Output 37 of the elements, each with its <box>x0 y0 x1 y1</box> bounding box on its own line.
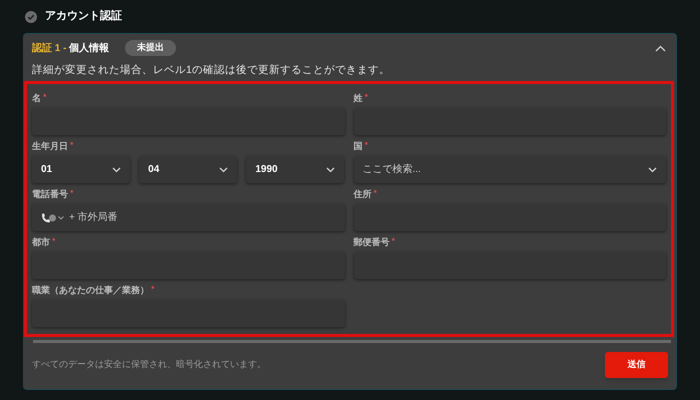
field-label: 国 <box>354 140 362 152</box>
date-dropdown[interactable]: 01 <box>32 156 130 183</box>
section-title: 認証 1 - 個人情報 <box>32 42 110 56</box>
country-code-button[interactable] <box>41 212 64 222</box>
chevron-down-icon <box>648 166 657 172</box>
field-label: 電話番号 <box>32 188 68 200</box>
date-dropdown[interactable]: 04 <box>139 156 238 183</box>
collapse-button[interactable] <box>654 43 666 53</box>
required-mark: * <box>151 284 155 294</box>
field-label: 郵便番号 <box>354 236 390 248</box>
description: 詳細が変更された場合、レベル1の確認は後で更新することができます。 <box>31 63 391 78</box>
chevron-down-icon <box>112 166 122 172</box>
required-mark: * <box>52 236 56 246</box>
chevron-down-icon <box>326 166 336 172</box>
required-mark: * <box>43 92 47 102</box>
field-label: 都市 <box>32 236 50 248</box>
required-mark: * <box>392 236 396 246</box>
required-mark: * <box>374 188 378 198</box>
field-label: 名 <box>32 92 41 104</box>
submit-button[interactable]: 送信 <box>605 352 668 378</box>
date-dropdown[interactable]: 1990 <box>246 156 344 183</box>
country-dropdown[interactable]: ここで検索... <box>354 156 666 183</box>
field-label: 生年月日 <box>32 140 68 152</box>
required-mark: * <box>70 188 74 198</box>
page-title: アカウント認証 <box>45 8 122 24</box>
required-mark: * <box>70 140 74 150</box>
status-badge: 未提出 <box>125 40 176 56</box>
field-label: 職業（あなたの仕事／業務） <box>32 284 149 296</box>
required-mark: * <box>364 92 368 102</box>
security-note: すべてのデータは安全に保管され、暗号化されています。 <box>32 358 266 372</box>
field-label: 姓 <box>354 92 362 104</box>
field-label: 住所 <box>354 188 372 200</box>
phone-globe-icon <box>41 212 57 222</box>
required-mark: * <box>364 140 368 150</box>
caret-icon <box>58 216 64 220</box>
chevron-down-icon <box>219 166 228 172</box>
check-circle-icon <box>25 10 37 22</box>
